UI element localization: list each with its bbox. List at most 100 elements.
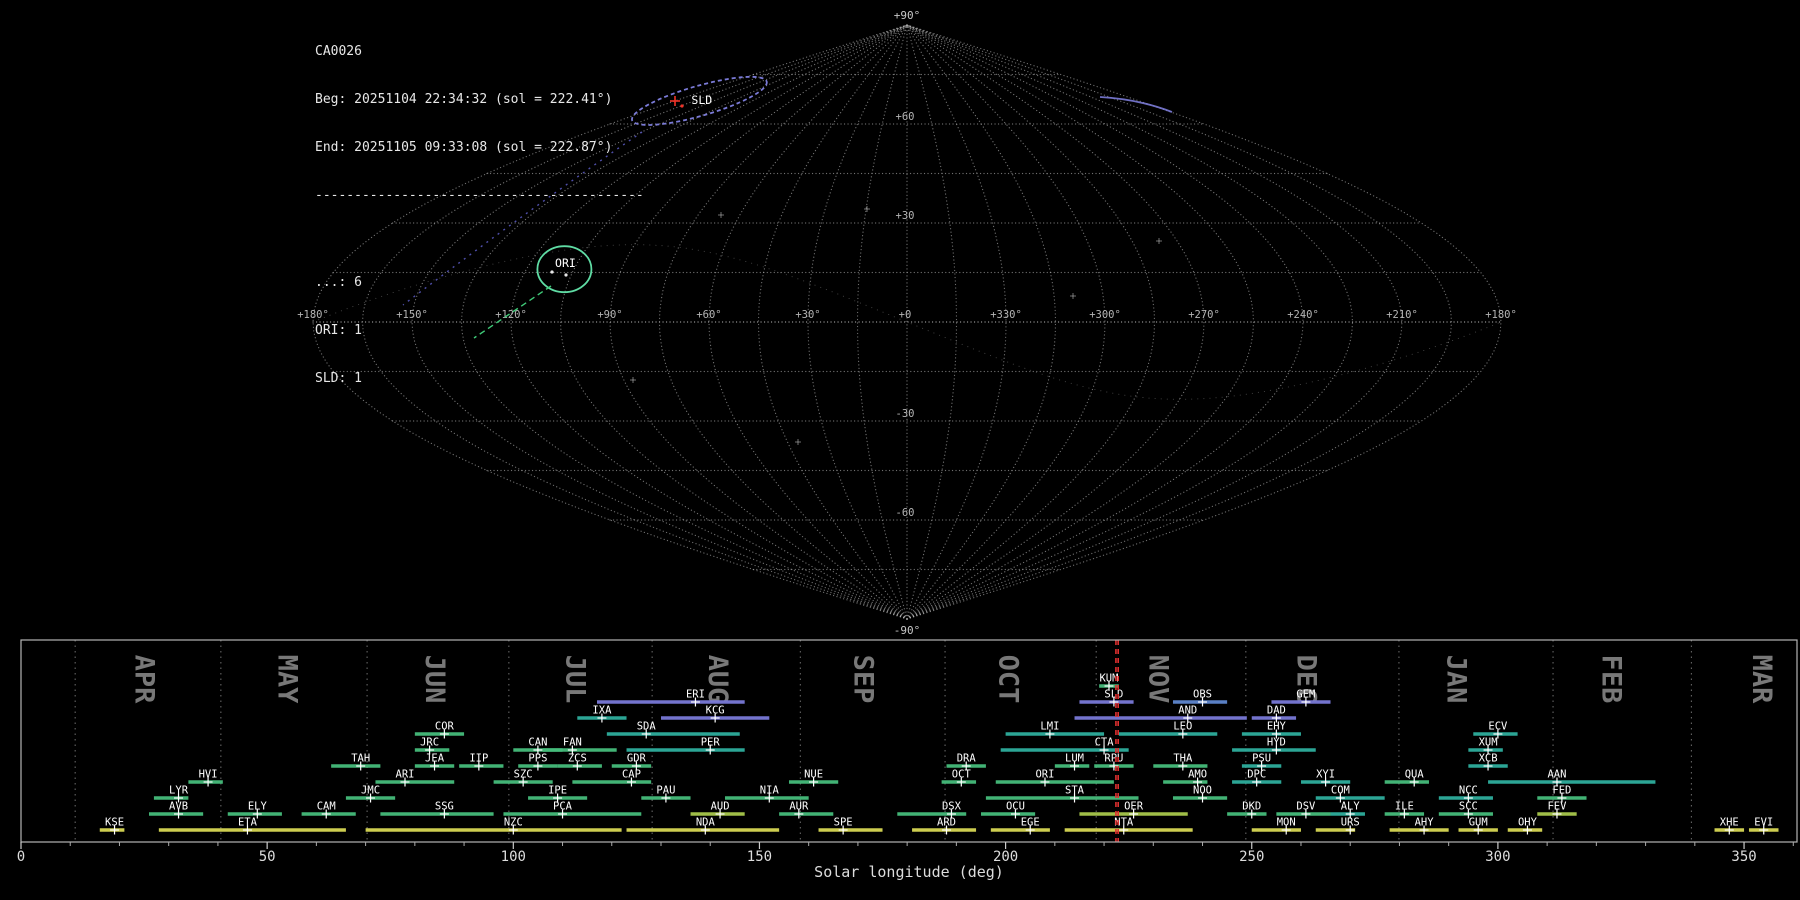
- latitude-label: -60: [896, 507, 915, 519]
- shower-label-CAN: CAN: [528, 737, 547, 749]
- shower-label-NOO: NOO: [1193, 785, 1212, 797]
- shower-label-XUM: XUM: [1479, 737, 1498, 749]
- ori-count: ORI: 1: [315, 323, 362, 338]
- shower-label-LYR: LYR: [169, 785, 189, 797]
- separator-line: ----------------------------------------…: [315, 188, 644, 203]
- shower-label-CAM: CAM: [317, 801, 336, 813]
- x-tick-label: 0: [17, 849, 25, 865]
- meteor-counts: ...: 6 ORI: 1 SLD: 1: [315, 243, 644, 419]
- shower-label-CTA: CTA: [1095, 737, 1115, 749]
- shower-label-HVI: HVI: [199, 769, 218, 781]
- longitude-label: +240°: [1287, 309, 1319, 321]
- shower-label-GEM: GEM: [1296, 689, 1315, 701]
- shower-label-ILE: ILE: [1395, 801, 1414, 813]
- month-label-SEP: SEP: [847, 655, 878, 704]
- south-pole-label: -90°: [894, 624, 921, 637]
- shower-label-ERI: ERI: [686, 689, 705, 701]
- shower-label-LEO: LEO: [1173, 721, 1192, 733]
- shower-label-PPS: PPS: [528, 753, 547, 765]
- shower-label-TAH: TAH: [351, 753, 370, 765]
- shower-label-OCT: OCT: [952, 769, 972, 781]
- shower-label-AUD: AUD: [711, 801, 730, 813]
- shower-label-DAD: DAD: [1267, 705, 1286, 717]
- shower-label-OCU: OCU: [1006, 801, 1025, 813]
- shower-label-AAN: AAN: [1547, 769, 1566, 781]
- shower-label-ARI: ARI: [396, 769, 415, 781]
- shower-label-COM: COM: [1331, 785, 1350, 797]
- month-label-JAN: JAN: [1441, 655, 1472, 704]
- longitude-label: +270°: [1188, 309, 1220, 321]
- shower-label-ARD: ARD: [937, 817, 956, 829]
- month-label-FEB: FEB: [1596, 655, 1627, 704]
- meteor-dot-SLD: [680, 104, 684, 108]
- shower-label-PCA: PCA: [553, 801, 573, 813]
- grid-meridian: [757, 24, 908, 620]
- shower-label-CAP: CAP: [622, 769, 641, 781]
- shower-label-NUE: NUE: [804, 769, 823, 781]
- shower-label-NCC: NCC: [1459, 785, 1478, 797]
- shower-label-JMC: JMC: [361, 785, 380, 797]
- month-label-MAR: MAR: [1746, 655, 1777, 705]
- station-id: CA0026: [315, 44, 362, 59]
- shower-label-SLD: SLD: [1104, 689, 1123, 701]
- shower-label-NDA: NDA: [696, 817, 716, 829]
- shower-label-KSE: KSE: [105, 817, 124, 829]
- shower-label-AVB: AVB: [169, 801, 188, 813]
- shower-label-HYD: HYD: [1267, 737, 1286, 749]
- shower-label-ELY: ELY: [248, 801, 268, 813]
- shower-label-AUR: AUR: [789, 801, 809, 813]
- x-tick-label: 300: [1485, 849, 1510, 865]
- shower-label-RPU: RPU: [1104, 753, 1123, 765]
- shower-label-ORI: ORI: [1035, 769, 1054, 781]
- shower-label-OER: OER: [1124, 801, 1144, 813]
- shower-label-AMO: AMO: [1188, 769, 1207, 781]
- shower-label-SZC: SZC: [514, 769, 533, 781]
- shower-label-NTA: NTA: [1114, 817, 1134, 829]
- latitude-label: +30: [896, 210, 915, 222]
- end-time-line: End: 20251105 09:33:08 (sol = 222.87°): [315, 140, 613, 155]
- shower-label-FAN: FAN: [563, 737, 582, 749]
- shower-label-JEA: JEA: [425, 753, 445, 765]
- latitude-label: -30: [896, 408, 915, 420]
- shower-label-PSU: PSU: [1252, 753, 1271, 765]
- longitude-label: +300°: [1089, 309, 1121, 321]
- sporadic-count: ...: 6: [315, 275, 362, 290]
- shower-label-LUM: LUM: [1065, 753, 1084, 765]
- shower-label-PAU: PAU: [656, 785, 675, 797]
- activity-timeline-chart: APR MAY JUN JUL AUG SEP OCT NOV DEC JAN FEB MARKUME…: [17, 639, 1798, 865]
- sld-count: SLD: 1: [315, 371, 362, 386]
- shower-label-XHE: XHE: [1720, 817, 1739, 829]
- longitude-label: +180°: [1485, 309, 1517, 321]
- shower-label-COR: COR: [435, 721, 455, 733]
- shower-label-THA: THA: [1173, 753, 1193, 765]
- shower-label-GUM: GUM: [1469, 817, 1488, 829]
- month-label-AUG: AUG: [702, 655, 733, 704]
- shower-label-FEV: FEV: [1547, 801, 1567, 813]
- x-tick-label: 50: [259, 849, 276, 865]
- shower-label-EHY: EHY: [1267, 721, 1287, 733]
- shower-label-ALY: ALY: [1341, 801, 1361, 813]
- shower-label-XYI: XYI: [1316, 769, 1335, 781]
- shower-label-IIP: IIP: [469, 753, 488, 765]
- shower-label-JRC: JRC: [420, 737, 439, 749]
- shower-label-DSX: DSX: [942, 801, 962, 813]
- sld-drift-arc: [1099, 96, 1173, 113]
- x-tick-label: 350: [1731, 849, 1756, 865]
- month-label-JUN: JUN: [419, 655, 450, 704]
- shower-label-OHY: OHY: [1518, 817, 1538, 829]
- month-label-MAY: MAY: [271, 655, 302, 705]
- x-tick-label: 100: [501, 849, 526, 865]
- shower-label-AHY: AHY: [1415, 817, 1435, 829]
- longitude-label: +330°: [990, 309, 1022, 321]
- month-label-OCT: OCT: [993, 655, 1024, 704]
- grid-meridian: [708, 24, 908, 620]
- shower-label-ECV: ECV: [1488, 721, 1508, 733]
- observation-summary: CA0026 Beg: 20251104 22:34:32 (sol = 222…: [315, 12, 644, 435]
- shower-label-ZCS: ZCS: [568, 753, 587, 765]
- shower-label-FED: FED: [1552, 785, 1571, 797]
- month-label-JUL: JUL: [559, 655, 590, 704]
- shower-label-SPE: SPE: [834, 817, 853, 829]
- shower-label-XCB: XCB: [1479, 753, 1498, 765]
- shower-label-AND: AND: [1178, 705, 1197, 717]
- sky-and-activity-plot: +90°-90°+60+30+0-30-60+180° +150° +120° +90…: [17, 9, 1798, 881]
